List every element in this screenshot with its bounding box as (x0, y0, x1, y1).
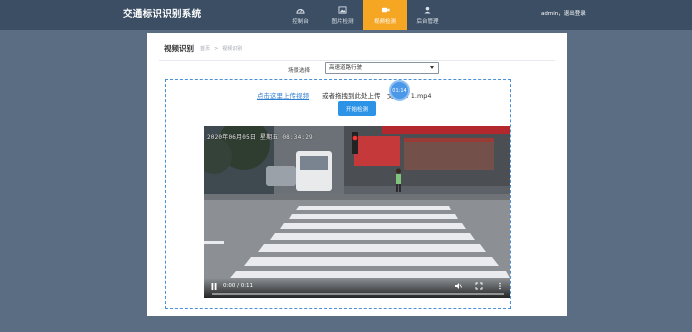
nav-label: 图片检测 (331, 18, 354, 25)
dashboard-icon (296, 8, 305, 14)
main-nav: 控制台 图片检测 视频检测 后台管理 (280, 0, 448, 30)
divider (159, 60, 555, 61)
chevron-down-icon (430, 66, 434, 69)
scene-select[interactable]: 高速道路行驶 (325, 62, 439, 74)
drag-hint: 或者拖拽到此处上传 (322, 92, 381, 100)
nav-item-dashboard[interactable]: 控制台 (280, 0, 321, 30)
pause-icon[interactable] (211, 283, 217, 290)
user-logout-link[interactable]: admin，退出登录 (541, 9, 586, 17)
nav-item-video-detect[interactable]: 视频检测 (363, 0, 407, 30)
breadcrumb-home[interactable]: 首页 (200, 46, 210, 52)
breadcrumb-separator: > (214, 46, 219, 52)
user-icon (424, 6, 431, 14)
content-panel: 视频识别 首页 > 视频识别 场景选择 高速道路行驶 点击这里上传视频 或者拖拽到此… (147, 33, 567, 316)
video-timestamp: 2020年06月05日 星期五 08:34:29 (207, 134, 313, 141)
top-navbar: 交通标识识别系统 控制台 图片检测 视频检测 后台管理 admin，退出登录 (0, 0, 692, 30)
scene-selected-value: 高速道路行驶 (329, 65, 363, 71)
image-icon (338, 5, 347, 14)
more-options-icon[interactable] (496, 282, 504, 290)
nav-label: 视频检测 (373, 18, 396, 25)
video-progress-bar[interactable] (212, 293, 504, 295)
video-camera-icon (381, 7, 389, 12)
nav-item-image-detect[interactable]: 图片检测 (322, 0, 363, 30)
start-detect-button[interactable]: 开始检测 (338, 101, 376, 116)
scene-label: 场景选择 (288, 68, 311, 74)
app-title: 交通标识识别系统 (123, 9, 202, 20)
breadcrumb: 首页 > 视频识别 (200, 45, 246, 52)
upload-link[interactable]: 点击这里上传视频 (257, 90, 309, 100)
mute-icon[interactable] (454, 282, 462, 290)
nav-item-admin[interactable]: 后台管理 (407, 0, 448, 30)
page-title: 视频识别 (164, 44, 194, 53)
video-time: 0:00 / 0:11 (223, 283, 254, 289)
breadcrumb-current: 视频识别 (222, 46, 243, 52)
nav-label: 控制台 (292, 18, 309, 25)
video-player[interactable]: 2020年06月05日 星期五 08:34:29 0:00 / 0:11 (204, 126, 510, 298)
video-frame (204, 126, 510, 298)
nav-label: 后台管理 (416, 18, 439, 25)
timer-badge: 01:14 (389, 80, 410, 101)
video-controls: 0:00 / 0:11 (204, 278, 510, 298)
fullscreen-icon[interactable] (475, 282, 483, 290)
